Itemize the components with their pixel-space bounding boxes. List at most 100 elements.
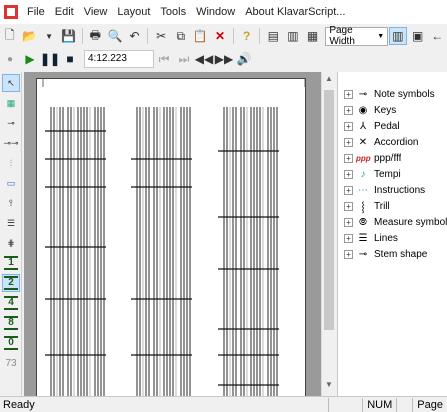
expand-icon[interactable]: + [344, 169, 353, 179]
menu-about[interactable]: About KlavarScript... [240, 0, 350, 24]
tree-item-trill[interactable]: + ⸾ Trill [338, 198, 447, 214]
help-icon[interactable]: ? [238, 27, 256, 45]
count-label: 73 [2, 354, 20, 372]
cut-icon[interactable]: ✂ [152, 27, 170, 45]
status-page: Page [412, 397, 447, 412]
tree-item-measure-symbols[interactable]: + ⦾ Measure symbols [338, 214, 447, 230]
tree-item-stem-shape[interactable]: + ⊸ Stem shape [338, 246, 447, 262]
delete-icon[interactable]: ✕ [211, 27, 229, 45]
tree-item-lines[interactable]: + ☰ Lines [338, 230, 447, 246]
skip-end-icon[interactable]: ⏭ [175, 50, 193, 68]
pointer-tool-icon[interactable]: ↖ [2, 74, 20, 92]
scroll-up-icon[interactable]: ▲ [324, 74, 334, 86]
speaker-icon[interactable]: 🔊 [235, 50, 253, 68]
menu-file[interactable]: File [22, 0, 50, 24]
note-symbols-icon: ⊸ [358, 88, 368, 100]
expand-icon[interactable]: + [344, 185, 353, 195]
measure-symbols-icon: ⦾ [359, 216, 367, 228]
dropdown-arrow-icon[interactable]: ▼ [40, 27, 58, 45]
status-text: Ready [3, 398, 35, 411]
status-num: NUM [362, 397, 396, 412]
tree-item-label: Accordion [374, 136, 419, 148]
expand-icon[interactable]: + [344, 121, 353, 131]
main-toolbar: 🗋 📂 ▼ 💾 🖶 🔍 ↶ ✂ ⧉ 📋 ✕ ? ▤ ▥ ▦ Page Width… [0, 24, 447, 48]
view-single-icon[interactable]: ▣ [409, 27, 427, 45]
expand-icon[interactable]: + [344, 217, 353, 227]
expand-icon[interactable]: + [344, 233, 353, 243]
dynamics-icon: ppp [356, 153, 371, 163]
expand-icon[interactable]: + [344, 89, 353, 99]
menu-view[interactable]: View [79, 0, 113, 24]
layout-one-icon[interactable]: ▤ [264, 27, 282, 45]
trill-icon: ⸾ [361, 202, 365, 213]
paste-icon[interactable]: 📋 [192, 27, 210, 45]
undo-icon[interactable]: ↶ [126, 27, 144, 45]
finger-0-button[interactable]: 0 [2, 334, 20, 352]
zoom-select[interactable]: Page Width ▼ [325, 25, 389, 47]
stem-shape-icon: ⊸ [358, 248, 368, 260]
stop-icon[interactable]: ■ [61, 50, 79, 68]
stem-tool-icon[interactable]: ⫯ [2, 194, 20, 212]
pause-icon[interactable]: ❚❚ [40, 50, 60, 68]
staff-tool-icon[interactable]: ☰ [2, 214, 20, 232]
menu-edit[interactable]: Edit [50, 0, 79, 24]
zoom-value: Page Width [329, 25, 355, 47]
rewind-icon[interactable]: ◀◀ [195, 50, 213, 68]
expand-icon[interactable]: + [344, 249, 353, 259]
tree-item-instructions[interactable]: + ⋯ Instructions [338, 182, 447, 198]
skip-start-icon[interactable]: ⏮ [155, 50, 173, 68]
tree-item-dynamics[interactable]: + ppp ppp/fff [338, 150, 447, 166]
accordion-icon: ✕ [358, 136, 368, 148]
score-page[interactable] [36, 78, 306, 396]
finger-2-button[interactable]: 2 [2, 274, 20, 292]
vertical-scrollbar[interactable]: ▲ ▼ [321, 72, 335, 396]
finger-4-button[interactable]: 4 [2, 294, 20, 312]
save-icon[interactable]: 💾 [60, 27, 78, 45]
separator [232, 28, 234, 44]
layout-three-icon[interactable]: ▦ [304, 27, 322, 45]
tree-item-tempi[interactable]: + ♪ Tempi [338, 166, 447, 182]
note-pair-tool-icon[interactable]: ⊸⊸ [2, 134, 20, 152]
tree-item-label: Keys [374, 104, 397, 116]
scroll-thumb[interactable] [324, 90, 334, 330]
score-view[interactable] [24, 72, 321, 396]
menu-layout[interactable]: Layout [112, 0, 155, 24]
expand-icon[interactable]: + [344, 153, 353, 163]
fast-forward-icon[interactable]: ▶▶ [215, 50, 233, 68]
chord-tool-icon[interactable]: ▭ [2, 174, 20, 192]
keys-icon: ◉ [358, 104, 368, 116]
tree-item-keys[interactable]: + ◉ Keys [338, 102, 447, 118]
finger-8-button[interactable]: 8 [2, 314, 20, 332]
tree-item-note-symbols[interactable]: + ⊸ Note symbols [338, 86, 447, 102]
print-preview-icon[interactable]: 🔍 [106, 27, 124, 45]
play-icon[interactable]: ▶ [21, 50, 39, 68]
status-empty-cell [396, 397, 412, 412]
print-icon[interactable]: 🖶 [86, 27, 104, 45]
expand-icon[interactable]: + [344, 201, 353, 211]
new-file-icon[interactable]: 🗋 [1, 27, 19, 45]
playback-toolbar: ● ▶ ❚❚ ■ 4:12.223 ⏮ ⏭ ◀◀ ▶▶ 🔊 [0, 48, 447, 70]
finger-4-label: 4 [4, 296, 18, 310]
note-tool-icon[interactable]: ⊸ [2, 114, 20, 132]
menu-window[interactable]: Window [191, 0, 240, 24]
tree-item-pedal[interactable]: + ⅄ Pedal [338, 118, 447, 134]
tree-item-accordion[interactable]: + ✕ Accordion [338, 134, 447, 150]
finger-1-button[interactable]: 1 [2, 254, 20, 272]
time-field[interactable]: 4:12.223 [84, 50, 154, 68]
record-dot-icon[interactable]: ● [1, 50, 19, 68]
bar-tool-icon[interactable]: ⫶ [2, 154, 20, 172]
view-columns-icon[interactable]: ▥ [389, 27, 407, 45]
app-icon[interactable] [4, 5, 18, 19]
scroll-down-icon[interactable]: ▼ [324, 380, 334, 392]
tree-item-label: Note symbols [374, 88, 435, 100]
expand-icon[interactable]: + [344, 105, 353, 115]
back-arrow-icon[interactable]: ← [428, 27, 446, 45]
open-folder-icon[interactable]: 📂 [21, 27, 39, 45]
copy-icon[interactable]: ⧉ [172, 27, 190, 45]
menu-tools[interactable]: Tools [155, 0, 191, 24]
grid-tool-icon[interactable]: ⋕ [2, 234, 20, 252]
instructions-icon: ⋯ [358, 184, 368, 196]
layout-two-icon[interactable]: ▥ [284, 27, 302, 45]
expand-icon[interactable]: + [344, 137, 353, 147]
keyboard-tool-icon[interactable]: ▦ [2, 94, 20, 112]
